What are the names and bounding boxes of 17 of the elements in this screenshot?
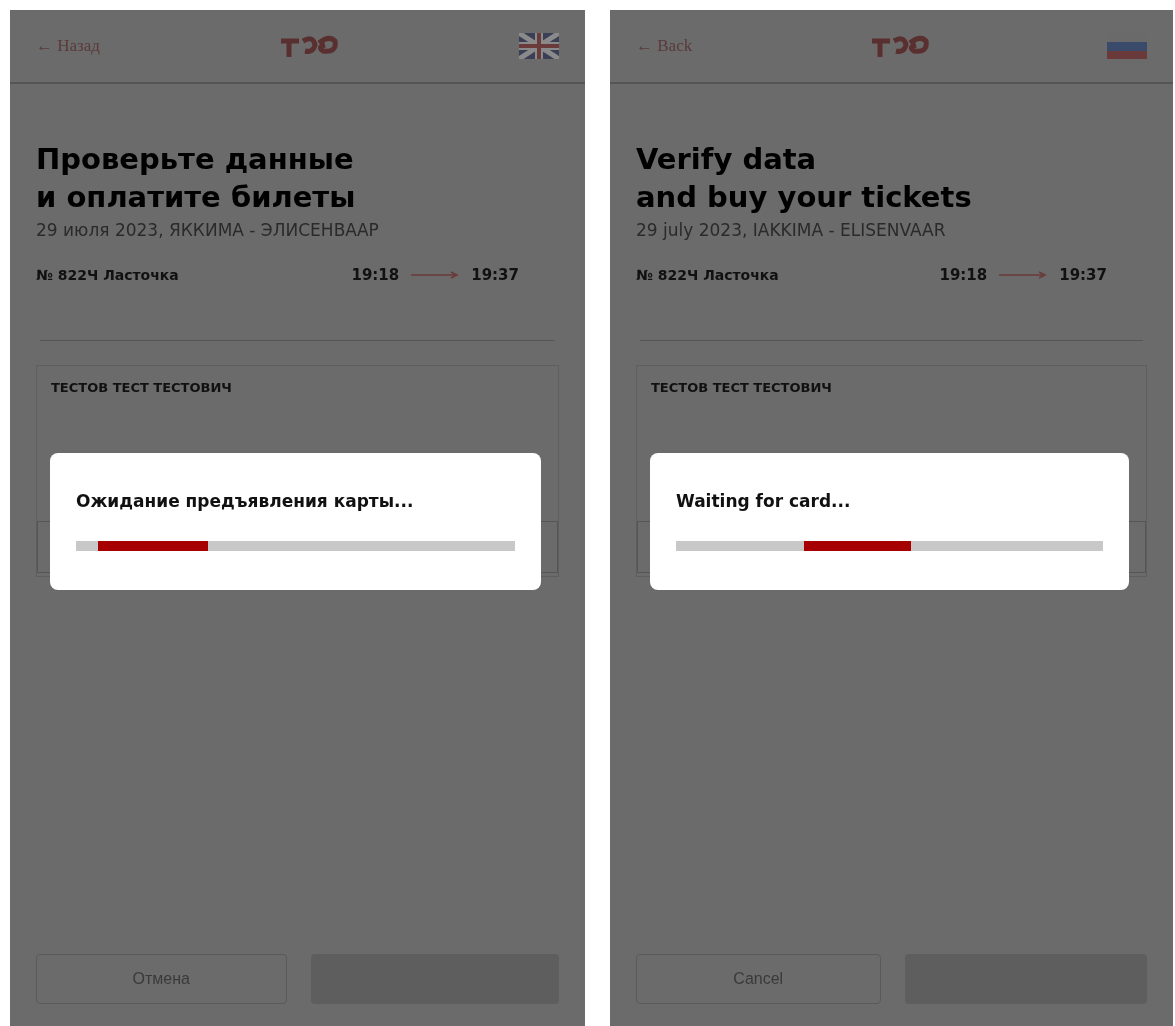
- arrow-icon: [411, 271, 460, 279]
- flag-icon[interactable]: [519, 33, 559, 59]
- arrow-icon: [999, 271, 1048, 279]
- trip-subtitle: 29 июля 2023, ЯККИМА - ЭЛИСЕНВААР: [36, 220, 380, 240]
- passenger-name: ТЕСТОВ ТЕСТ ТЕСТОВИЧ: [651, 380, 833, 395]
- passenger-name: ТЕСТОВ ТЕСТ ТЕСТОВИЧ: [51, 380, 233, 395]
- train-name: № 822Ч Ласточка: [636, 267, 779, 283]
- arrival-time: 19:37: [1059, 266, 1107, 284]
- train-name: № 822Ч Ласточка: [36, 267, 179, 283]
- trip-subtitle: 29 july 2023, IAKKIMA - ELISENVAAR: [636, 220, 947, 240]
- page-title: Verify data and buy your tickets: [636, 141, 973, 216]
- arrival-time: 19:37: [471, 266, 519, 284]
- departure-time: 19:18: [939, 266, 988, 284]
- dialog-message: Waiting for card...: [676, 491, 852, 511]
- page-title: Проверьте данные и оплатите билеты: [36, 141, 357, 216]
- departure-time: 19:18: [351, 266, 400, 284]
- dialog-message: Ожидание предъявления карты...: [76, 491, 415, 511]
